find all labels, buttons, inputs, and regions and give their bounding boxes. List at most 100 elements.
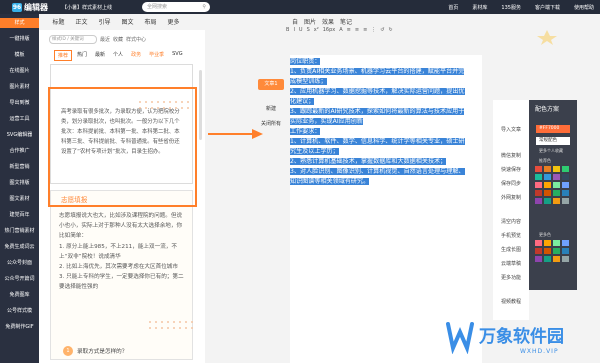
sidebar-item[interactable]: 免费制作GIF: [0, 322, 39, 332]
sidebar-item[interactable]: 公众号封面: [0, 258, 39, 268]
more-features-button[interactable]: 更多功能: [493, 274, 529, 281]
tab-more[interactable]: 更多: [162, 16, 185, 30]
color-swatch[interactable]: [562, 166, 569, 172]
save-sync-button[interactable]: 保存同步: [493, 180, 529, 187]
sidebar-item[interactable]: 公众号开篇词: [0, 274, 39, 284]
bold-button[interactable]: B: [286, 27, 289, 36]
color-swatch[interactable]: [553, 256, 560, 262]
nav-client-download[interactable]: 客户端下载: [535, 4, 560, 11]
color-swatch[interactable]: [562, 198, 569, 204]
toolbar-tab[interactable]: 自: [292, 17, 298, 26]
italic-button[interactable]: I: [293, 27, 294, 36]
color-swatch[interactable]: [544, 248, 551, 254]
color-swatch[interactable]: [553, 240, 560, 246]
color-swatch[interactable]: [535, 248, 542, 254]
filter-hot[interactable]: 热门: [74, 50, 90, 61]
underline-button[interactable]: U: [299, 27, 303, 36]
color-swatch[interactable]: [535, 166, 542, 172]
color-swatch[interactable]: [535, 256, 542, 262]
color-swatch[interactable]: [562, 256, 569, 262]
sidebar-item[interactable]: 热门营销素材: [0, 226, 39, 236]
color-swatch[interactable]: [535, 240, 542, 246]
color-swatch[interactable]: [553, 190, 560, 196]
font-color-button[interactable]: A: [339, 27, 342, 36]
color-swatch[interactable]: [544, 198, 551, 204]
color-swatch[interactable]: [535, 198, 542, 204]
current-color-button[interactable]: #FF7000: [536, 125, 570, 133]
undo-button[interactable]: ↺: [380, 27, 384, 36]
clear-content-button[interactable]: 清空内容: [493, 218, 529, 225]
wechat-copy-button[interactable]: 微信复制: [493, 152, 529, 159]
superscript-button[interactable]: x²: [314, 27, 319, 36]
palette-label[interactable]: 更多个人收藏: [539, 148, 563, 154]
sidebar-item[interactable]: 图文排版: [0, 178, 39, 188]
color-swatch[interactable]: [544, 174, 551, 180]
tab-title[interactable]: 标题: [47, 16, 70, 30]
sidebar-item[interactable]: 公号样式模: [0, 306, 39, 316]
long-image-button[interactable]: 生成长图: [493, 246, 529, 253]
link-style-center[interactable]: 样式中心: [126, 36, 146, 43]
toolbar-tab[interactable]: 图片: [304, 17, 316, 26]
color-swatch[interactable]: [535, 190, 542, 196]
sidebar-item[interactable]: 合作推广: [0, 146, 39, 156]
color-swatch[interactable]: [553, 198, 560, 204]
color-swatch[interactable]: [553, 174, 560, 180]
color-swatch[interactable]: [544, 256, 551, 262]
filter-svg[interactable]: SVG: [169, 50, 185, 61]
sidebar-item[interactable]: 运营工具: [0, 114, 39, 124]
palette-scheme-select[interactable]: 常规配色: [536, 137, 570, 145]
nav-services[interactable]: 135服务: [501, 4, 521, 11]
toolbar-tab[interactable]: 笔记: [340, 17, 352, 26]
color-swatch[interactable]: [553, 182, 560, 188]
link-favorites[interactable]: 收藏: [113, 36, 123, 43]
color-swatch[interactable]: [544, 190, 551, 196]
sidebar-item[interactable]: 免费图库: [0, 290, 39, 300]
style-search-input[interactable]: 样式ID / 关键词: [49, 35, 97, 44]
align-center-button[interactable]: ≡: [355, 27, 359, 36]
nav-help[interactable]: 使用帮助: [574, 4, 594, 11]
more-button[interactable]: ⋮: [371, 27, 376, 36]
tab-layout[interactable]: 布局: [139, 16, 162, 30]
tab-guide[interactable]: 引导: [93, 16, 116, 30]
tab-image-text[interactable]: 图文: [116, 16, 139, 30]
sidebar-item[interactable]: 模板: [0, 50, 39, 60]
sidebar-item[interactable]: 图片素材: [0, 82, 39, 92]
color-swatch[interactable]: [562, 174, 569, 180]
link-recent[interactable]: 最近: [100, 36, 110, 43]
color-swatch[interactable]: [562, 240, 569, 246]
filter-personal[interactable]: 个人: [110, 50, 126, 61]
filter-graduation[interactable]: 毕业季: [146, 50, 167, 61]
article-tab-1[interactable]: 文章1: [258, 79, 284, 90]
sidebar-item[interactable]: 在线图片: [0, 66, 39, 76]
tab-body[interactable]: 正文: [70, 16, 93, 30]
color-swatch[interactable]: [535, 182, 542, 188]
sidebar-item[interactable]: 样式: [0, 18, 39, 28]
sidebar-item[interactable]: 新型营销: [0, 162, 39, 172]
color-swatch[interactable]: [544, 240, 551, 246]
logo[interactable]: 96 编辑器: [12, 2, 48, 13]
color-swatch[interactable]: [535, 174, 542, 180]
nav-materials[interactable]: 素材库: [472, 4, 487, 11]
align-left-button[interactable]: ≡: [347, 27, 351, 36]
new-article-button[interactable]: 新建: [258, 104, 284, 115]
color-swatch[interactable]: [544, 182, 551, 188]
color-swatch[interactable]: [553, 166, 560, 172]
import-article-button[interactable]: 导入文章: [493, 126, 529, 133]
sidebar-item[interactable]: SVG编辑器: [0, 130, 39, 140]
sidebar-item[interactable]: 免费生成词云: [0, 242, 39, 252]
mobile-preview-button[interactable]: 手机预览: [493, 232, 529, 239]
font-size-select[interactable]: 16px: [323, 27, 336, 36]
external-copy-button[interactable]: 外网复制: [493, 194, 529, 201]
filter-latest[interactable]: 最新: [92, 50, 108, 61]
color-swatch[interactable]: [562, 190, 569, 196]
sidebar-item[interactable]: 导出到微: [0, 98, 39, 108]
search-icon[interactable]: ⚲: [202, 2, 206, 12]
filter-government[interactable]: 政务: [128, 50, 144, 61]
color-swatch[interactable]: [562, 182, 569, 188]
video-tutorial-button[interactable]: 视频教程: [493, 298, 529, 305]
strike-button[interactable]: S: [307, 27, 310, 36]
global-search-input[interactable]: 全网搜索 ⚲: [142, 2, 210, 12]
sidebar-item[interactable]: 建党百年: [0, 210, 39, 220]
color-swatch[interactable]: [553, 248, 560, 254]
sidebar-item[interactable]: 一键排版: [0, 34, 39, 44]
